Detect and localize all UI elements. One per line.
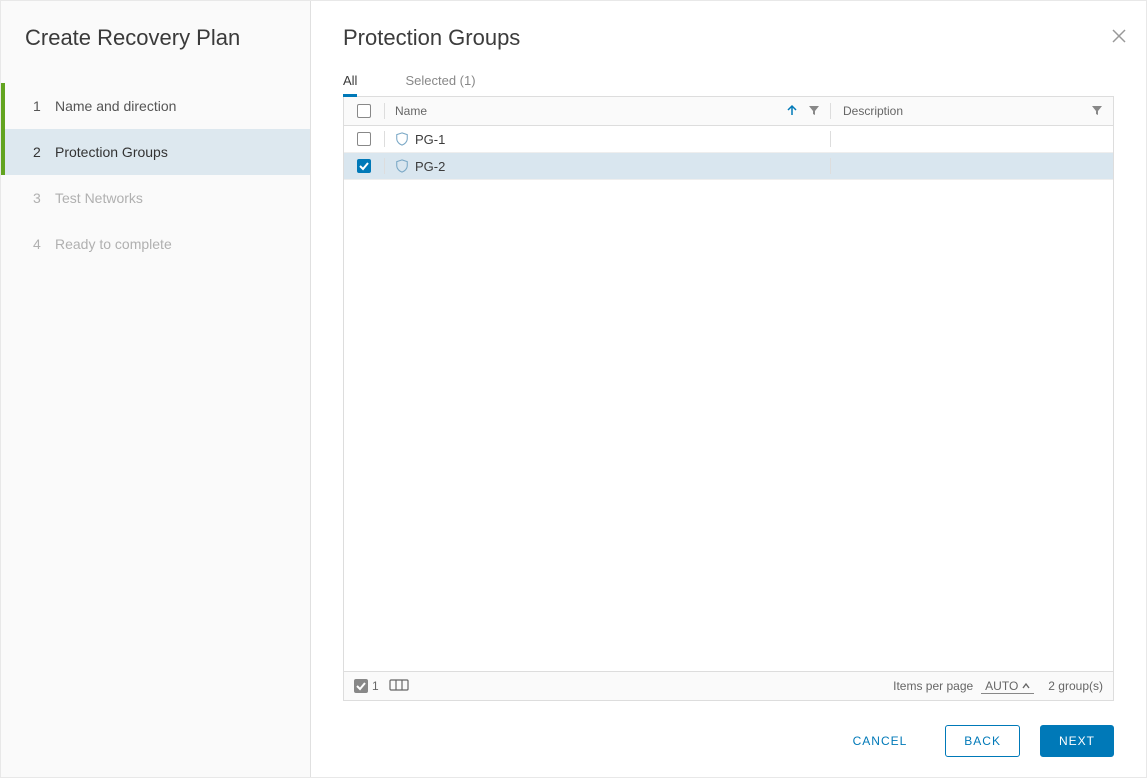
wizard-dialog: Create Recovery Plan 1 Name and directio…: [0, 0, 1147, 778]
table-row[interactable]: PG-2: [344, 153, 1113, 180]
column-header-description[interactable]: Description: [831, 104, 1113, 118]
table-row[interactable]: PG-1: [344, 126, 1113, 153]
items-per-page-select[interactable]: AUTO: [981, 679, 1034, 694]
filter-icon[interactable]: [808, 104, 820, 119]
next-button[interactable]: NEXT: [1040, 725, 1114, 757]
row-name: PG-1: [415, 132, 445, 147]
back-button[interactable]: BACK: [945, 725, 1020, 757]
total-count: 2 group(s): [1048, 679, 1103, 693]
step-index: 3: [33, 190, 55, 206]
step-index: 2: [33, 144, 55, 160]
row-name-cell: PG-1: [385, 132, 830, 147]
close-icon: [1112, 31, 1126, 46]
table-footer: 1 Items per page AUTO 2 group(s): [344, 671, 1113, 700]
protection-group-icon: [395, 132, 409, 146]
row-checkbox-cell[interactable]: [344, 132, 384, 146]
selected-count: 1: [372, 679, 379, 693]
step-label: Protection Groups: [55, 144, 168, 160]
step-index: 4: [33, 236, 55, 252]
wizard-actions: CANCEL BACK NEXT: [343, 701, 1114, 777]
select-all-cell[interactable]: [344, 104, 384, 118]
step-label: Test Networks: [55, 190, 143, 206]
column-picker-button[interactable]: [389, 679, 409, 694]
step-index: 1: [33, 98, 55, 114]
tab-selected[interactable]: Selected (1): [405, 73, 475, 96]
step-test-networks: 3 Test Networks: [1, 175, 310, 221]
table-body: PG-1: [344, 126, 1113, 671]
table-header: Name Description: [344, 97, 1113, 126]
checkmark-icon: [354, 679, 368, 693]
row-checkbox[interactable]: [357, 132, 371, 146]
chevron-up-icon: [1018, 679, 1030, 693]
items-per-page-label: Items per page: [893, 679, 973, 693]
step-label: Name and direction: [55, 98, 176, 114]
selected-count-badge: 1: [354, 679, 379, 693]
select-all-checkbox[interactable]: [357, 104, 371, 118]
protection-group-icon: [395, 159, 409, 173]
column-label: Name: [395, 104, 427, 118]
column-header-name[interactable]: Name: [385, 104, 830, 118]
column-divider: [830, 158, 831, 174]
column-divider: [830, 131, 831, 147]
page-title: Protection Groups: [343, 25, 1114, 51]
row-name-cell: PG-2: [385, 159, 830, 174]
wizard-steps: 1 Name and direction 2 Protection Groups…: [1, 83, 310, 267]
cancel-button[interactable]: CANCEL: [835, 725, 926, 757]
filter-icon[interactable]: [1091, 104, 1103, 119]
tabs: All Selected (1): [343, 73, 1114, 97]
tab-all[interactable]: All: [343, 73, 357, 97]
step-protection-groups[interactable]: 2 Protection Groups: [1, 129, 310, 175]
close-button[interactable]: [1112, 29, 1126, 46]
wizard-sidebar: Create Recovery Plan 1 Name and directio…: [1, 1, 311, 777]
row-checkbox-cell[interactable]: [344, 159, 384, 173]
step-name-and-direction[interactable]: 1 Name and direction: [1, 83, 310, 129]
column-label: Description: [843, 104, 903, 118]
row-name: PG-2: [415, 159, 445, 174]
protection-groups-table: Name Description: [343, 97, 1114, 701]
items-per-page-value: AUTO: [985, 679, 1018, 693]
wizard-content: Protection Groups All Selected (1) Name: [311, 1, 1146, 777]
step-label: Ready to complete: [55, 236, 172, 252]
wizard-title: Create Recovery Plan: [25, 25, 310, 51]
sort-ascending-icon[interactable]: [786, 104, 798, 119]
row-checkbox[interactable]: [357, 159, 371, 173]
step-ready-to-complete: 4 Ready to complete: [1, 221, 310, 267]
